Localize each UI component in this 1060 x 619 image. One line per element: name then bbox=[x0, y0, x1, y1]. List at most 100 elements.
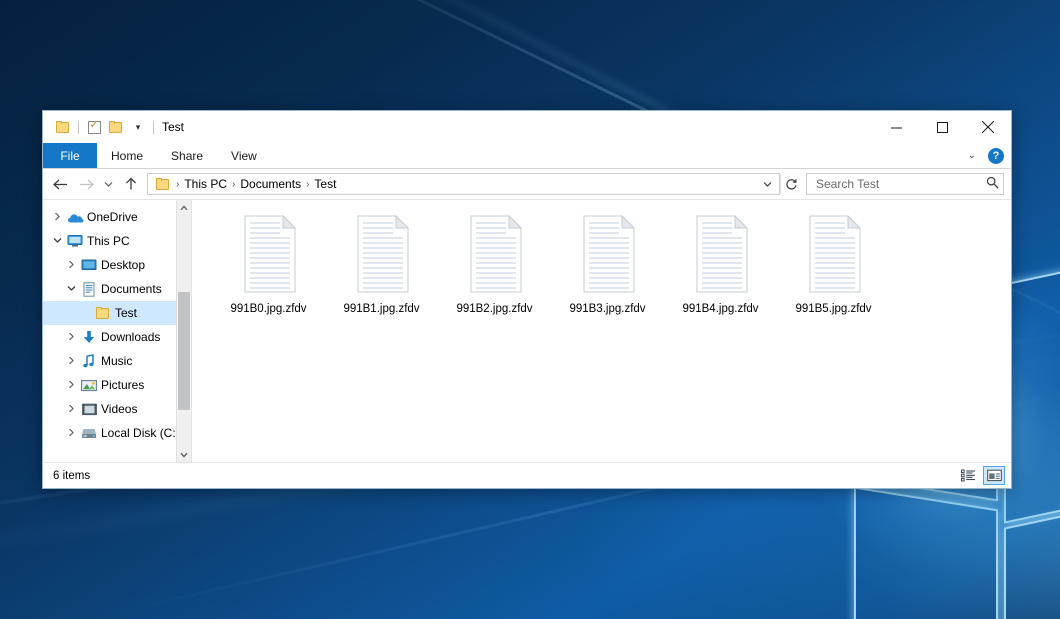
chevron-down-icon[interactable]: ⌄ bbox=[964, 150, 980, 161]
file-item[interactable]: 991B5.jpg.zfdv bbox=[777, 214, 890, 315]
tab-file[interactable]: File bbox=[43, 143, 97, 168]
search-input[interactable] bbox=[806, 173, 1004, 195]
back-button[interactable] bbox=[47, 172, 73, 196]
properties-icon[interactable] bbox=[83, 116, 105, 138]
breadcrumb-separator: › bbox=[174, 179, 181, 190]
sidebar-item-label: Videos bbox=[99, 402, 137, 416]
scroll-up-arrow-icon[interactable] bbox=[177, 200, 191, 215]
chevron-down-icon[interactable] bbox=[757, 174, 777, 194]
tab-view[interactable]: View bbox=[217, 143, 271, 168]
chevron-down-icon[interactable]: ▾ bbox=[127, 116, 149, 138]
windows-logo-pane bbox=[1004, 484, 1060, 619]
up-button[interactable] bbox=[118, 172, 144, 196]
generic-document-icon bbox=[802, 214, 866, 294]
file-name: 991B4.jpg.zfdv bbox=[682, 303, 758, 315]
address-bar: › This PC › Documents › Test bbox=[43, 169, 1011, 199]
minimize-button[interactable] bbox=[873, 111, 919, 143]
generic-document-icon bbox=[463, 214, 527, 294]
customize-caret: ▾ bbox=[136, 123, 141, 132]
chevron-right-icon[interactable] bbox=[63, 260, 79, 271]
sidebar-item-label: Local Disk (C:) bbox=[99, 426, 180, 440]
divider bbox=[78, 121, 79, 134]
breadcrumb-item-documents[interactable]: Documents bbox=[237, 177, 304, 191]
navigation-pane: OneDrive This PC bbox=[43, 200, 192, 462]
chevron-right-icon[interactable] bbox=[63, 332, 79, 343]
generic-document-icon bbox=[350, 214, 414, 294]
chevron-right-icon[interactable] bbox=[63, 380, 79, 391]
file-item[interactable]: 991B0.jpg.zfdv bbox=[212, 214, 325, 315]
breadcrumb-separator: › bbox=[230, 179, 237, 190]
sidebar-item-label: Documents bbox=[99, 282, 162, 296]
file-item[interactable]: 991B3.jpg.zfdv bbox=[551, 214, 664, 315]
chevron-right-icon[interactable] bbox=[63, 428, 79, 439]
monitor-icon bbox=[65, 234, 85, 248]
sidebar-item-local-disk-c[interactable]: Local Disk (C:) bbox=[43, 421, 191, 445]
windows-logo-pane bbox=[1004, 240, 1060, 523]
view-toggle-group bbox=[957, 466, 1005, 485]
folder-icon bbox=[152, 173, 174, 195]
breadcrumb-item-test[interactable]: Test bbox=[311, 177, 339, 191]
file-explorer-window: ▾ Test File Home Share View ⌄ ? bbox=[42, 110, 1012, 489]
chevron-right-icon[interactable] bbox=[63, 356, 79, 367]
title-bar: ▾ Test bbox=[43, 111, 1011, 143]
search-icon bbox=[986, 176, 999, 192]
file-list-view[interactable]: 991B0.jpg.zfdv bbox=[192, 200, 1011, 462]
tab-home[interactable]: Home bbox=[97, 143, 157, 168]
details-view-button[interactable] bbox=[957, 466, 979, 485]
scrollbar-thumb[interactable] bbox=[178, 292, 190, 410]
file-name: 991B3.jpg.zfdv bbox=[569, 303, 645, 315]
file-name: 991B1.jpg.zfdv bbox=[343, 303, 419, 315]
chevron-down-icon[interactable] bbox=[49, 237, 65, 246]
search-field[interactable] bbox=[814, 176, 986, 192]
refresh-icon[interactable] bbox=[780, 174, 801, 194]
sidebar-item-this-pc[interactable]: This PC bbox=[43, 229, 191, 253]
maximize-button[interactable] bbox=[919, 111, 965, 143]
sidebar-item-test[interactable]: Test bbox=[43, 301, 191, 325]
sidebar-item-documents[interactable]: Documents bbox=[43, 277, 191, 301]
sidebar-item-pictures[interactable]: Pictures bbox=[43, 373, 191, 397]
file-item[interactable]: 991B4.jpg.zfdv bbox=[664, 214, 777, 315]
window-body: OneDrive This PC bbox=[43, 199, 1011, 462]
help-icon[interactable]: ? bbox=[988, 148, 1004, 164]
tab-share[interactable]: Share bbox=[157, 143, 217, 168]
item-count-label: 6 items bbox=[53, 470, 90, 482]
large-icons-view-button[interactable] bbox=[983, 466, 1005, 485]
folder-icon bbox=[93, 307, 113, 319]
sidebar-item-onedrive[interactable]: OneDrive bbox=[43, 205, 191, 229]
pictures-icon bbox=[79, 379, 99, 392]
folder-tree: OneDrive This PC bbox=[43, 200, 191, 445]
sidebar-item-music[interactable]: Music bbox=[43, 349, 191, 373]
windows-logo-pane bbox=[854, 487, 998, 619]
music-icon bbox=[79, 354, 99, 369]
chevron-right-icon[interactable] bbox=[49, 212, 65, 223]
file-name: 991B5.jpg.zfdv bbox=[795, 303, 871, 315]
breadcrumb-separator: › bbox=[304, 179, 311, 190]
recent-locations-button[interactable] bbox=[99, 172, 118, 196]
file-item[interactable]: 991B2.jpg.zfdv bbox=[438, 214, 551, 315]
sidebar-item-videos[interactable]: Videos bbox=[43, 397, 191, 421]
forward-button[interactable] bbox=[73, 172, 99, 196]
sidebar-item-downloads[interactable]: Downloads bbox=[43, 325, 191, 349]
desktop-icon bbox=[79, 258, 99, 272]
sidebar-item-desktop[interactable]: Desktop bbox=[43, 253, 191, 277]
file-item[interactable]: 991B1.jpg.zfdv bbox=[325, 214, 438, 315]
chevron-down-icon[interactable] bbox=[63, 285, 79, 294]
close-button[interactable] bbox=[965, 111, 1011, 143]
videos-icon bbox=[79, 403, 99, 416]
documents-icon bbox=[79, 282, 99, 297]
breadcrumb[interactable]: › This PC › Documents › Test bbox=[147, 173, 780, 195]
window-controls bbox=[873, 111, 1011, 143]
sidebar-item-label: Music bbox=[99, 354, 132, 368]
divider bbox=[153, 121, 154, 134]
file-name: 991B2.jpg.zfdv bbox=[456, 303, 532, 315]
file-grid: 991B0.jpg.zfdv bbox=[192, 200, 1011, 315]
chevron-right-icon[interactable] bbox=[63, 404, 79, 415]
new-folder-icon[interactable] bbox=[105, 116, 127, 138]
scroll-down-arrow-icon[interactable] bbox=[177, 447, 191, 462]
download-icon bbox=[79, 330, 99, 345]
sidebar-scrollbar[interactable] bbox=[176, 200, 191, 462]
folder-icon[interactable] bbox=[52, 116, 74, 138]
sidebar-item-label: Pictures bbox=[99, 378, 144, 392]
breadcrumb-item-this-pc[interactable]: This PC bbox=[181, 177, 230, 191]
status-bar: 6 items bbox=[43, 462, 1011, 488]
